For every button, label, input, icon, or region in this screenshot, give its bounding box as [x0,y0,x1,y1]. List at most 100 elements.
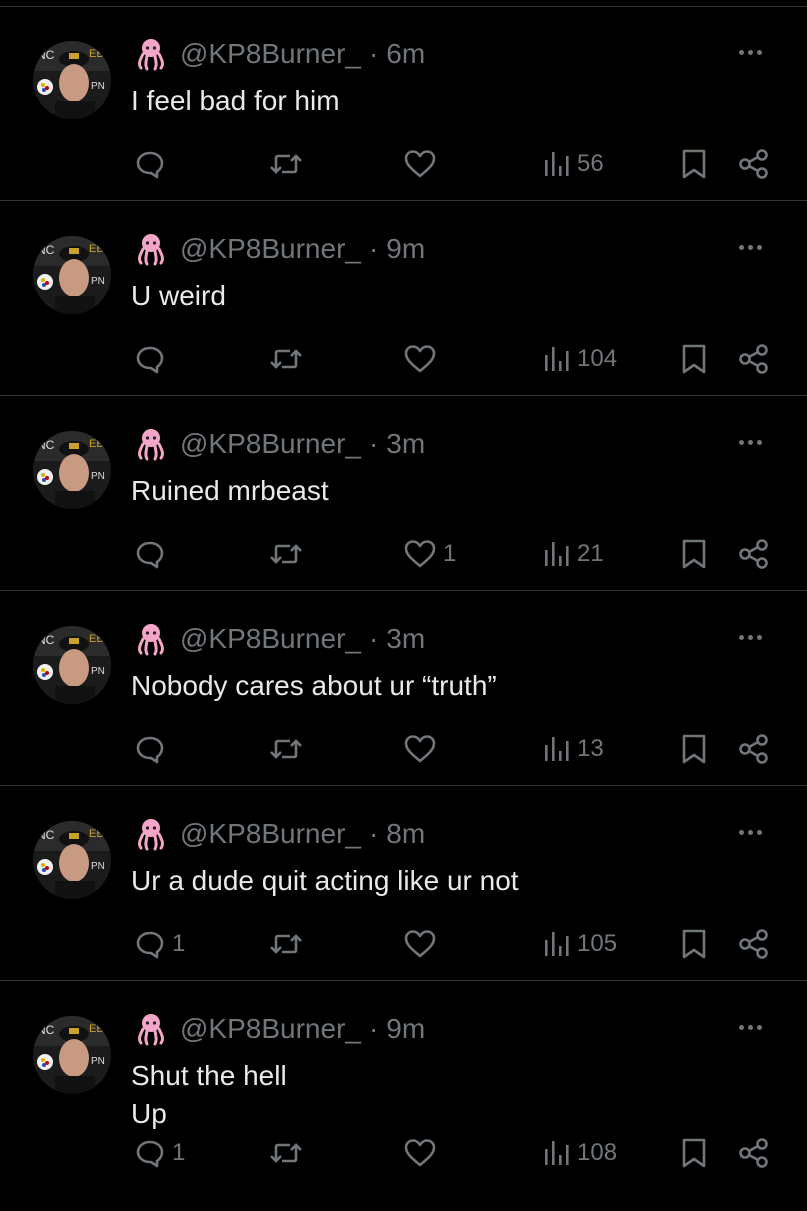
more-button[interactable] [739,44,771,60]
share-icon [739,539,768,569]
more-button[interactable] [739,824,771,840]
views-button[interactable]: 104 [543,339,617,379]
share-button[interactable] [738,534,770,574]
avatar[interactable]: NC EB PN [33,626,111,704]
share-button[interactable] [738,729,770,769]
retweet-button[interactable] [268,534,304,574]
avatar[interactable]: NC EB PN [33,431,111,509]
retweet-button[interactable] [268,1133,304,1173]
reply-button[interactable] [134,729,172,769]
timestamp[interactable]: 3m [386,623,425,655]
heart-icon [404,1139,436,1167]
user-handle[interactable]: @KP8Burner_ [180,428,361,460]
tweet-text: U weird [131,280,226,311]
action-bar: 1 [0,924,807,964]
bookmark-button[interactable] [680,534,708,574]
bookmark-icon [682,344,706,374]
tweet[interactable]: NC EB PN [0,591,807,786]
share-button[interactable] [738,924,770,964]
reply-icon [136,541,164,569]
heart-icon [404,540,436,568]
more-icon [739,1024,744,1030]
bookmark-button[interactable] [680,1133,708,1173]
retweet-button[interactable] [268,729,304,769]
user-handle[interactable]: @KP8Burner_ [180,233,361,265]
like-button[interactable]: 1 [403,534,456,574]
bookmark-button[interactable] [680,339,708,379]
svg-text:EB: EB [89,828,104,840]
octopus-icon [134,427,168,461]
tweet[interactable]: NC EB PN [0,981,807,1211]
reply-button[interactable]: 1 [134,924,185,964]
tweet-feed: NC EB PN @KP8Burner_ · 6m I feel bad for… [0,0,807,1200]
retweet-button[interactable] [268,144,304,184]
more-button[interactable] [739,1019,771,1035]
share-button[interactable] [738,1133,770,1173]
separator: · [368,233,379,264]
avatar[interactable]: NC EB PN [33,236,111,314]
share-button[interactable] [738,144,770,184]
avatar[interactable]: NC EB PN [33,821,111,899]
reply-button[interactable] [134,339,172,379]
views-button[interactable]: 13 [543,729,604,769]
svg-text:NC: NC [37,1023,55,1037]
svg-text:PN: PN [91,1056,105,1067]
share-icon [739,1138,768,1168]
share-icon [739,149,768,179]
timestamp[interactable]: 6m [386,38,425,70]
share-button[interactable] [738,339,770,379]
retweet-button[interactable] [268,339,304,379]
views-button[interactable]: 21 [543,534,604,574]
view-count: 13 [577,735,604,762]
user-handle[interactable]: @KP8Burner_ [180,1013,361,1045]
timestamp[interactable]: 3m [386,428,425,460]
reply-button[interactable]: 1 [134,1133,185,1173]
heart-icon [404,930,436,958]
reply-button[interactable] [134,534,172,574]
timestamp[interactable]: 9m [386,233,425,265]
like-button[interactable] [403,729,443,769]
bookmark-button[interactable] [680,924,708,964]
view-count: 105 [577,930,618,957]
bookmark-icon [682,149,706,179]
like-button[interactable] [403,339,443,379]
retweet-icon [270,1143,302,1163]
heart-icon [404,345,436,373]
more-button[interactable] [739,434,771,450]
separator: · [368,818,379,849]
tweet[interactable]: NC EB PN [0,786,807,981]
user-handle[interactable]: @KP8Burner_ [180,623,361,655]
tweet[interactable]: NC EB PN [0,201,807,396]
tweet-header: @KP8Burner_ · 8m [134,816,425,852]
heart-icon [404,150,436,178]
views-button[interactable]: 56 [543,144,604,184]
avatar[interactable]: NC EB PN [33,41,111,119]
user-handle[interactable]: @KP8Burner_ [180,38,361,70]
svg-text:EB: EB [89,1023,104,1035]
separator: · [368,1013,379,1044]
more-button[interactable] [739,629,771,645]
like-button[interactable] [403,1133,443,1173]
bookmark-button[interactable] [680,144,708,184]
more-button[interactable] [739,239,771,255]
bookmark-icon [682,929,706,959]
views-button[interactable]: 108 [543,1133,617,1173]
tweet[interactable]: NC EB PN [0,396,807,591]
views-icon [545,542,569,566]
like-button[interactable] [403,144,443,184]
reply-icon [136,1140,164,1168]
timestamp[interactable]: 8m [386,818,425,850]
like-count: 1 [443,540,457,567]
reply-count: 1 [172,930,186,957]
retweet-button[interactable] [268,924,304,964]
tweet[interactable]: NC EB PN [0,6,807,201]
timestamp[interactable]: 9m [386,1013,425,1045]
reply-button[interactable] [134,144,172,184]
more-icon [739,244,744,250]
avatar[interactable]: NC EB PN [33,1016,111,1094]
like-button[interactable] [403,924,443,964]
user-handle[interactable]: @KP8Burner_ [180,818,361,850]
bookmark-button[interactable] [680,729,708,769]
action-bar: 13 [0,729,807,769]
views-button[interactable]: 105 [543,924,617,964]
